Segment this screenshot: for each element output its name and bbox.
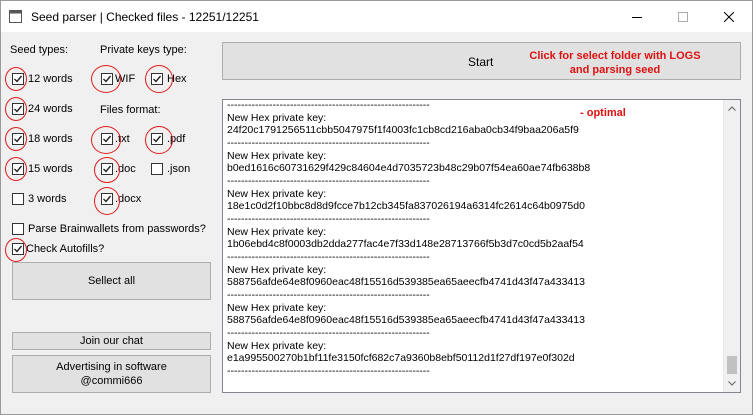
log-key-header: New Hex private key: xyxy=(227,302,327,314)
log-output[interactable]: ----------------------------------------… xyxy=(222,99,741,393)
seed-15-words-checkbox[interactable]: 15 words xyxy=(12,163,73,175)
checkbox-box[interactable] xyxy=(151,133,163,145)
checkmark-icon xyxy=(14,245,23,253)
log-key-header: New Hex private key: xyxy=(227,226,327,238)
advertising-line-1: Advertising in software xyxy=(56,361,167,373)
checkbox-box[interactable] xyxy=(12,73,24,85)
hint-line-2: and parsing seed xyxy=(569,64,661,76)
join-chat-button[interactable]: Join our chat xyxy=(12,332,211,350)
seed-18-words-checkbox[interactable]: 18 words xyxy=(12,133,73,145)
log-separator: ----------------------------------------… xyxy=(227,137,430,149)
log-key-header: New Hex private key: xyxy=(227,340,327,352)
checkmark-icon xyxy=(14,75,23,83)
checkbox-box[interactable] xyxy=(101,73,113,85)
close-button[interactable] xyxy=(706,1,752,32)
checkbox-box[interactable] xyxy=(101,133,113,145)
brainwallets-label: Parse Brainwallets from passwords? xyxy=(28,223,206,235)
log-separator: ----------------------------------------… xyxy=(227,251,430,263)
txt-label: .txt xyxy=(115,133,130,145)
hex-label: Hex xyxy=(167,73,187,85)
hint-line-1: Click for select folder with LOGS xyxy=(529,50,701,62)
close-icon xyxy=(724,11,734,22)
seed-15-words-label: 15 words xyxy=(28,163,73,175)
checkbox-box[interactable] xyxy=(12,163,24,175)
maximize-button[interactable] xyxy=(660,1,706,32)
json-checkbox[interactable]: .json xyxy=(151,163,190,175)
seed-3-words-checkbox[interactable]: 3 words xyxy=(12,193,67,205)
checkmark-icon xyxy=(14,165,23,173)
autofills-label: Check Autofills? xyxy=(26,243,105,255)
checkmark-icon xyxy=(153,75,162,83)
optimal-annotation: - optimal xyxy=(580,107,626,119)
pdf-checkbox[interactable]: .pdf xyxy=(151,133,185,145)
private-keys-title: Private keys type: xyxy=(100,44,187,56)
select-all-button[interactable]: Sellect all xyxy=(12,262,211,300)
log-scrollbar[interactable] xyxy=(723,100,740,392)
title-bar[interactable]: Seed parser | Checked files - 12251/1225… xyxy=(1,1,752,32)
brainwallets-checkbox[interactable]: Parse Brainwallets from passwords? xyxy=(12,223,206,235)
advertising-button[interactable]: Advertising in software @commi666 xyxy=(12,355,211,393)
checkbox-box[interactable] xyxy=(101,163,113,175)
checkmark-icon xyxy=(103,195,112,203)
checkbox-box[interactable] xyxy=(151,163,163,175)
minimize-icon xyxy=(632,16,642,18)
log-key-header: New Hex private key: xyxy=(227,188,327,200)
doc-label: .doc xyxy=(115,163,136,175)
chevron-down-icon xyxy=(728,381,736,386)
log-lines: ----------------------------------------… xyxy=(227,99,723,377)
checkbox-box[interactable] xyxy=(12,223,24,235)
checkbox-box[interactable] xyxy=(101,193,113,205)
checkmark-icon xyxy=(14,105,23,113)
window-title: Seed parser | Checked files - 12251/1225… xyxy=(31,10,259,24)
seed-3-words-label: 3 words xyxy=(28,193,67,205)
log-key-header: New Hex private key: xyxy=(227,264,327,276)
checkmark-icon xyxy=(153,135,162,143)
doc-checkbox[interactable]: .doc xyxy=(101,163,136,175)
docx-checkbox[interactable]: .docx xyxy=(101,193,141,205)
start-hint-annotation: Click for select folder with LOGS and pa… xyxy=(497,49,733,77)
app-icon xyxy=(9,10,22,23)
wif-checkbox[interactable]: WIF xyxy=(101,73,135,85)
scroll-thumb[interactable] xyxy=(727,356,737,374)
txt-checkbox[interactable]: .txt xyxy=(101,133,130,145)
checkmark-icon xyxy=(14,135,23,143)
log-key-header: New Hex private key: xyxy=(227,112,327,124)
log-key-header: New Hex private key: xyxy=(227,150,327,162)
seed-types-title: Seed types: xyxy=(10,44,69,56)
seed-24-words-checkbox[interactable]: 24 words xyxy=(12,103,73,115)
files-format-title: Files format: xyxy=(100,104,161,116)
autofills-checkbox[interactable]: Check Autofills? xyxy=(12,243,104,255)
maximize-icon xyxy=(678,11,688,22)
start-button-label: Start xyxy=(468,55,494,69)
checkbox-box[interactable] xyxy=(12,243,24,255)
seed-12-words-label: 12 words xyxy=(28,73,73,85)
seed-24-words-label: 24 words xyxy=(28,103,73,115)
pdf-label: .pdf xyxy=(167,133,186,145)
checkbox-box[interactable] xyxy=(12,103,24,115)
checkmark-icon xyxy=(103,165,112,173)
checkmark-icon xyxy=(103,75,112,83)
advertising-line-2: @commi666 xyxy=(80,375,143,387)
hex-checkbox[interactable]: Hex xyxy=(151,73,187,85)
log-separator: ----------------------------------------… xyxy=(227,365,430,377)
seed-12-words-checkbox[interactable]: 12 words xyxy=(12,73,73,85)
log-separator: ----------------------------------------… xyxy=(227,213,430,225)
checkmark-icon xyxy=(103,135,112,143)
log-separator: ----------------------------------------… xyxy=(227,99,430,111)
log-separator: ----------------------------------------… xyxy=(227,327,430,339)
checkbox-box[interactable] xyxy=(12,133,24,145)
docx-label: .docx xyxy=(115,193,142,205)
log-separator: ----------------------------------------… xyxy=(227,289,430,301)
minimize-button[interactable] xyxy=(614,1,660,32)
checkbox-box[interactable] xyxy=(12,193,24,205)
checkbox-box[interactable] xyxy=(151,73,163,85)
chevron-up-icon xyxy=(728,106,736,111)
scroll-down-button[interactable] xyxy=(724,375,740,392)
scroll-up-button[interactable] xyxy=(724,100,740,117)
wif-label: WIF xyxy=(115,73,136,85)
json-label: .json xyxy=(167,163,191,175)
log-separator: ----------------------------------------… xyxy=(227,175,430,187)
seed-18-words-label: 18 words xyxy=(28,133,73,145)
